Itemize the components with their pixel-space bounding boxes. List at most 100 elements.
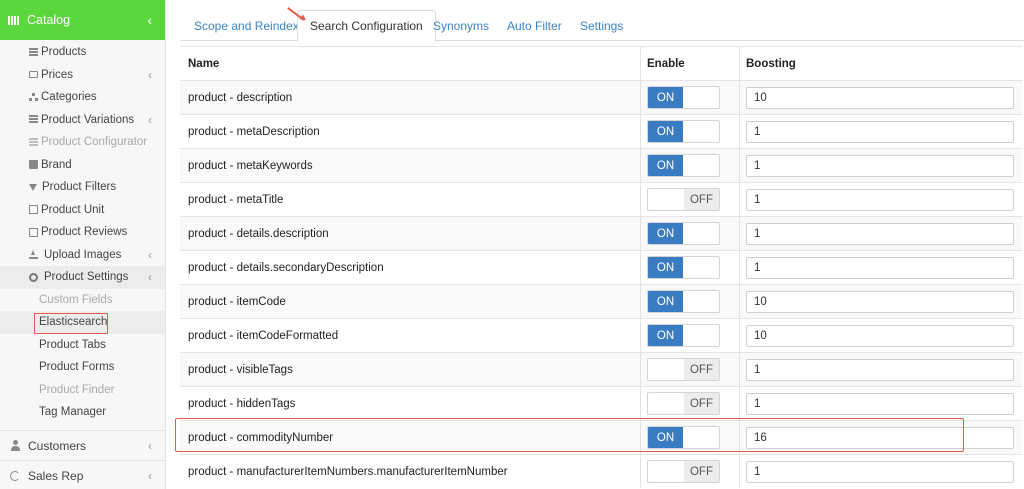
enable-toggle[interactable]: ON xyxy=(647,120,720,143)
tab-synonyms[interactable]: Synonyms xyxy=(421,10,501,41)
toggle-on-label: ON xyxy=(648,427,684,448)
toggle-handle xyxy=(683,223,719,244)
enable-toggle[interactable]: ON xyxy=(647,426,720,449)
user-icon xyxy=(10,440,20,451)
refresh-icon xyxy=(10,470,20,481)
enable-toggle[interactable]: OFF xyxy=(647,188,720,211)
tab-scope-and-reindex[interactable]: Scope and Reindex xyxy=(182,10,311,41)
sidebar-item-categories[interactable]: Categories xyxy=(0,86,165,109)
boosting-input[interactable]: 1 xyxy=(746,120,1014,143)
toggle-handle xyxy=(683,155,719,176)
boosting-input[interactable]: 1 xyxy=(746,392,1014,415)
field-name: product - metaKeywords xyxy=(180,149,641,182)
toggle-handle xyxy=(648,461,684,482)
sidebar-item-customers[interactable]: Customers ‹ xyxy=(0,430,165,460)
tab-search-configuration[interactable]: Search Configuration xyxy=(297,10,436,42)
enable-toggle[interactable]: ON xyxy=(647,154,720,177)
field-name: product - details.secondaryDescription xyxy=(180,251,641,284)
boosting-cell: 1 xyxy=(740,353,1022,386)
toggle-handle xyxy=(648,189,684,210)
sidebar-item-label: Product Forms xyxy=(39,361,115,374)
enable-toggle[interactable]: ON xyxy=(647,324,720,347)
sidebar-item-label: Brand xyxy=(41,158,72,171)
boosting-input[interactable]: 1 xyxy=(746,154,1014,177)
sidebar-list: Products Prices ‹ Categories Product Var… xyxy=(0,41,165,424)
search-config-table: Name Enable Boosting product - descripti… xyxy=(180,46,1022,488)
enable-toggle[interactable]: OFF xyxy=(647,392,720,415)
sidebar-item-upload-images[interactable]: Upload Images ‹ xyxy=(0,244,165,267)
enable-toggle[interactable]: OFF xyxy=(647,358,720,381)
boosting-input[interactable]: 1 xyxy=(746,256,1014,279)
sidebar-item-brand[interactable]: Brand xyxy=(0,154,165,177)
table-row: product - details.secondaryDescription ON… xyxy=(180,250,1022,284)
enable-toggle[interactable]: OFF xyxy=(647,460,720,483)
column-header-enable: Enable xyxy=(641,47,740,80)
sidebar-item-product-reviews[interactable]: Product Reviews xyxy=(0,221,165,244)
sidebar-item-product-settings[interactable]: Product Settings ‹ xyxy=(0,266,165,289)
boosting-input[interactable]: 1 xyxy=(746,358,1014,381)
sidebar-item-products[interactable]: Products xyxy=(0,41,165,64)
filter-icon xyxy=(29,183,37,191)
sidebar-subitem-product-tabs[interactable]: Product Tabs xyxy=(0,334,165,357)
table-row: product - metaDescription ON 1 xyxy=(180,114,1022,148)
sidebar-item-prices[interactable]: Prices ‹ xyxy=(0,64,165,87)
sidebar-item-label: Prices xyxy=(41,68,73,81)
list-icon xyxy=(29,115,38,125)
sidebar-item-sales-rep[interactable]: Sales Rep ‹ xyxy=(0,460,165,489)
boosting-input[interactable]: 16 xyxy=(746,426,1014,449)
tab-label: Auto Filter xyxy=(507,18,562,33)
toggle-handle xyxy=(683,121,719,142)
toggle-handle xyxy=(648,393,684,414)
toggle-on-label: ON xyxy=(648,257,684,278)
sidebar-item-label: Products xyxy=(41,46,87,59)
table-row: product - visibleTags OFF 1 xyxy=(180,352,1022,386)
upload-icon xyxy=(29,250,38,260)
tab-settings[interactable]: Settings xyxy=(568,10,635,41)
sidebar-item-label: Customers xyxy=(28,438,87,453)
enable-toggle[interactable]: ON xyxy=(647,86,720,109)
sidebar-header-catalog[interactable]: Catalog ‹ xyxy=(0,0,165,40)
field-name: product - itemCode xyxy=(180,285,641,318)
toggle-handle xyxy=(683,325,719,346)
gear-icon xyxy=(29,272,38,282)
edit-icon xyxy=(29,227,38,237)
sidebar-subitem-product-finder[interactable]: Product Finder xyxy=(0,379,165,402)
sidebar-subitem-product-forms[interactable]: Product Forms xyxy=(0,356,165,379)
boosting-cell: 1 xyxy=(740,455,1022,488)
sidebar-item-label: Product Filters xyxy=(42,181,117,194)
enable-cell: ON xyxy=(641,81,740,114)
boosting-input[interactable]: 1 xyxy=(746,188,1014,211)
enable-toggle[interactable]: ON xyxy=(647,256,720,279)
sidebar-item-label: Product Configurator xyxy=(41,136,148,149)
toggle-off-label: OFF xyxy=(683,189,719,210)
boosting-cell: 1 xyxy=(740,149,1022,182)
enable-toggle[interactable]: ON xyxy=(647,290,720,313)
sidebar-subitem-tag-manager[interactable]: Tag Manager xyxy=(0,401,165,424)
enable-cell: OFF xyxy=(641,455,740,488)
sidebar-item-product-unit[interactable]: Product Unit xyxy=(0,199,165,222)
toggle-handle xyxy=(683,87,719,108)
toggle-handle xyxy=(648,359,684,380)
enable-toggle[interactable]: ON xyxy=(647,222,720,245)
table-row: product - details.description ON 1 xyxy=(180,216,1022,250)
table-row: product - itemCodeFormatted ON 10 xyxy=(180,318,1022,352)
sidebar-item-product-variations[interactable]: Product Variations ‹ xyxy=(0,109,165,132)
tab-auto-filter[interactable]: Auto Filter xyxy=(495,10,574,41)
boosting-input[interactable]: 10 xyxy=(746,86,1014,109)
table-row: product - itemCode ON 10 xyxy=(180,284,1022,318)
boosting-input[interactable]: 1 xyxy=(746,222,1014,245)
square-icon xyxy=(29,205,38,215)
sidebar-subitem-custom-fields[interactable]: Custom Fields xyxy=(0,289,165,312)
boosting-input[interactable]: 1 xyxy=(746,460,1014,483)
table-row: product - metaTitle OFF 1 xyxy=(180,182,1022,216)
enable-cell: ON xyxy=(641,421,740,454)
enable-cell: ON xyxy=(641,115,740,148)
sidebar-item-product-filters[interactable]: Product Filters xyxy=(0,176,165,199)
sidebar-item-product-configurator[interactable]: Product Configurator xyxy=(0,131,165,154)
boosting-input[interactable]: 10 xyxy=(746,324,1014,347)
money-icon xyxy=(29,71,38,79)
list-icon xyxy=(29,137,38,147)
boosting-input[interactable]: 10 xyxy=(746,290,1014,313)
boosting-cell: 1 xyxy=(740,183,1022,216)
field-name: product - details.description xyxy=(180,217,641,250)
